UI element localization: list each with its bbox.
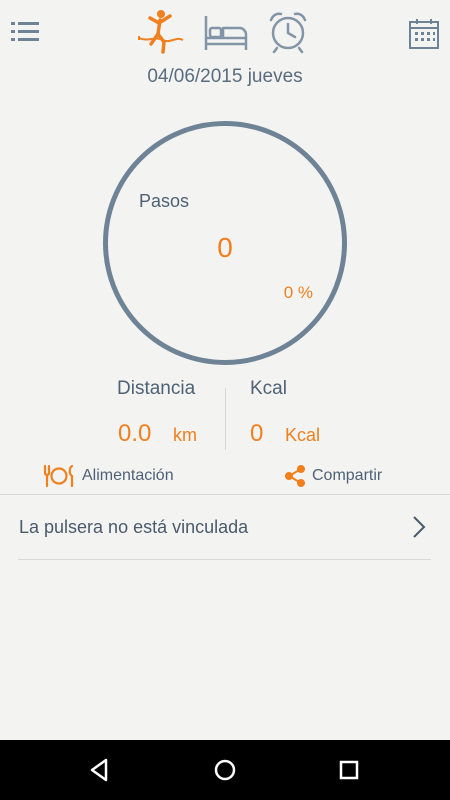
- food-button[interactable]: Alimentación: [42, 462, 174, 490]
- kcal-value: 0: [250, 420, 264, 447]
- row-divider: [18, 559, 431, 560]
- kcal-label: Kcal: [250, 378, 287, 399]
- calendar-button[interactable]: [406, 16, 442, 52]
- distance-unit: km: [173, 425, 197, 445]
- steps-percent: 0 %: [283, 283, 313, 302]
- calendar-icon: [409, 19, 439, 49]
- steps-ring: Pasos 0 0 %: [103, 121, 347, 365]
- back-triangle-icon: [90, 758, 108, 782]
- share-button[interactable]: Compartir: [284, 462, 382, 490]
- list-menu-icon: [11, 22, 39, 41]
- fork-plate-knife-icon: [43, 464, 74, 488]
- device-status-label: La pulsera no está vinculada: [19, 517, 249, 537]
- system-navbar: [0, 740, 450, 800]
- steps-label: Pasos: [139, 191, 190, 211]
- kcal-unit: Kcal: [285, 425, 321, 445]
- share-icon: [285, 465, 305, 487]
- nav-recents-button[interactable]: [333, 754, 365, 786]
- share-label: Compartir: [312, 467, 383, 484]
- food-label: Alimentación: [82, 467, 174, 484]
- home-circle-icon: [214, 759, 236, 781]
- activity-runner-icon: [138, 10, 184, 54]
- recents-square-icon: [339, 760, 359, 780]
- tab-activity[interactable]: [134, 6, 186, 58]
- device-link-row[interactable]: La pulsera no está vinculada: [0, 497, 450, 559]
- chevron-right-icon: [413, 516, 426, 538]
- stats-divider: [225, 388, 226, 450]
- steps-value: 0: [217, 232, 233, 263]
- distance-label: Distancia: [117, 378, 196, 399]
- sleep-bed-icon: [204, 16, 248, 50]
- divider: [0, 494, 450, 495]
- distance-value: 0.0: [118, 420, 152, 447]
- menu-button[interactable]: [8, 16, 42, 50]
- nav-home-button[interactable]: [209, 754, 241, 786]
- nav-back-button[interactable]: [84, 754, 116, 786]
- tab-sleep[interactable]: [200, 6, 252, 58]
- date-label: 04/06/2015 jueves: [147, 66, 303, 87]
- tab-alarm[interactable]: [262, 6, 314, 58]
- alarm-clock-icon: [269, 12, 307, 54]
